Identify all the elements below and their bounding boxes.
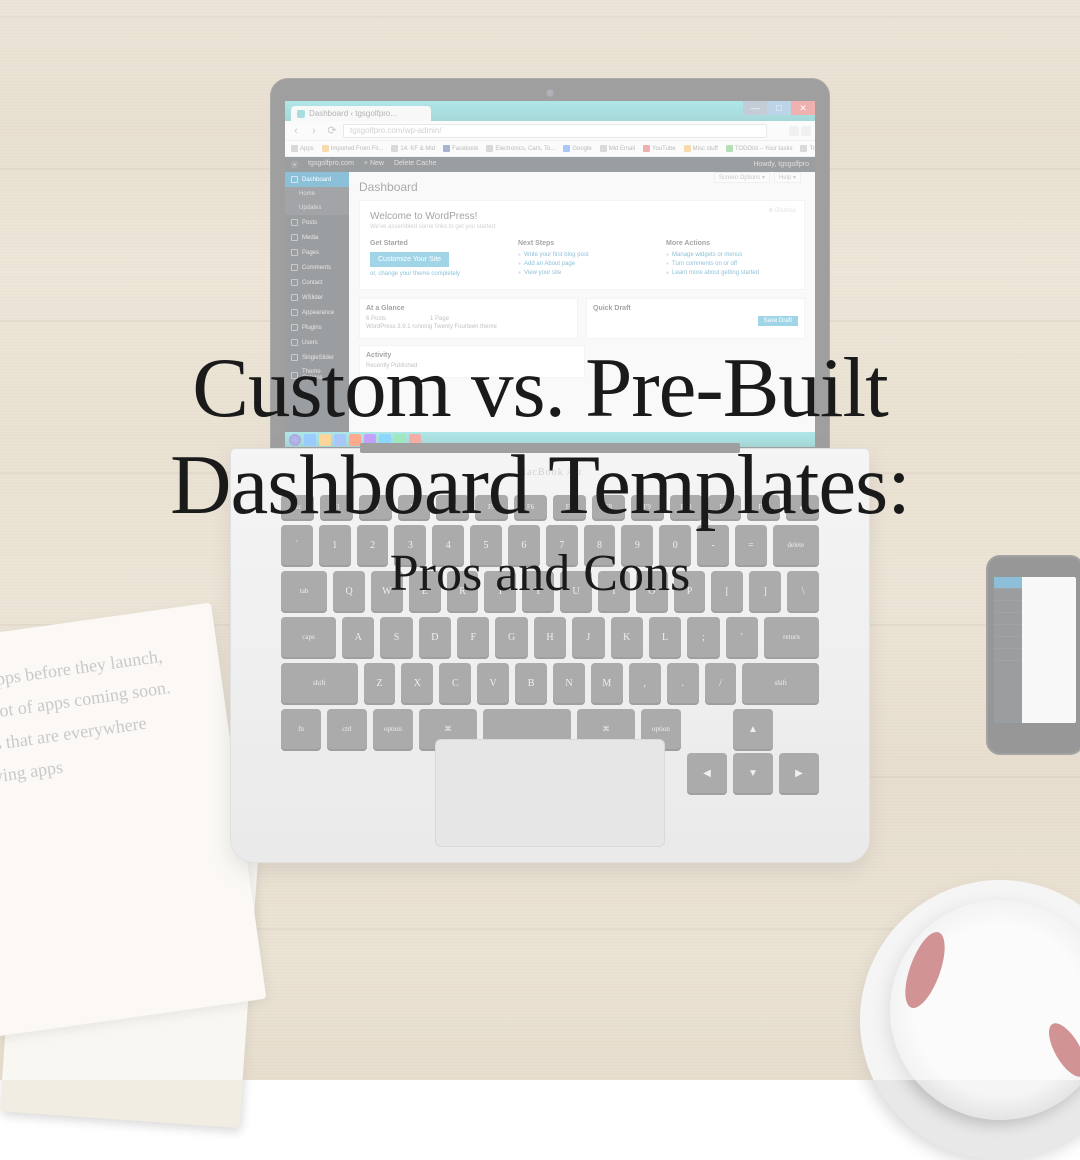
title-line-1: Custom vs. Pre-Built xyxy=(0,340,1080,437)
title-line-2: Dashboard Templates: xyxy=(0,437,1080,534)
title-overlay: Custom vs. Pre-Built Dashboard Templates… xyxy=(0,340,1080,603)
subtitle: Pros and Cons xyxy=(0,544,1080,603)
